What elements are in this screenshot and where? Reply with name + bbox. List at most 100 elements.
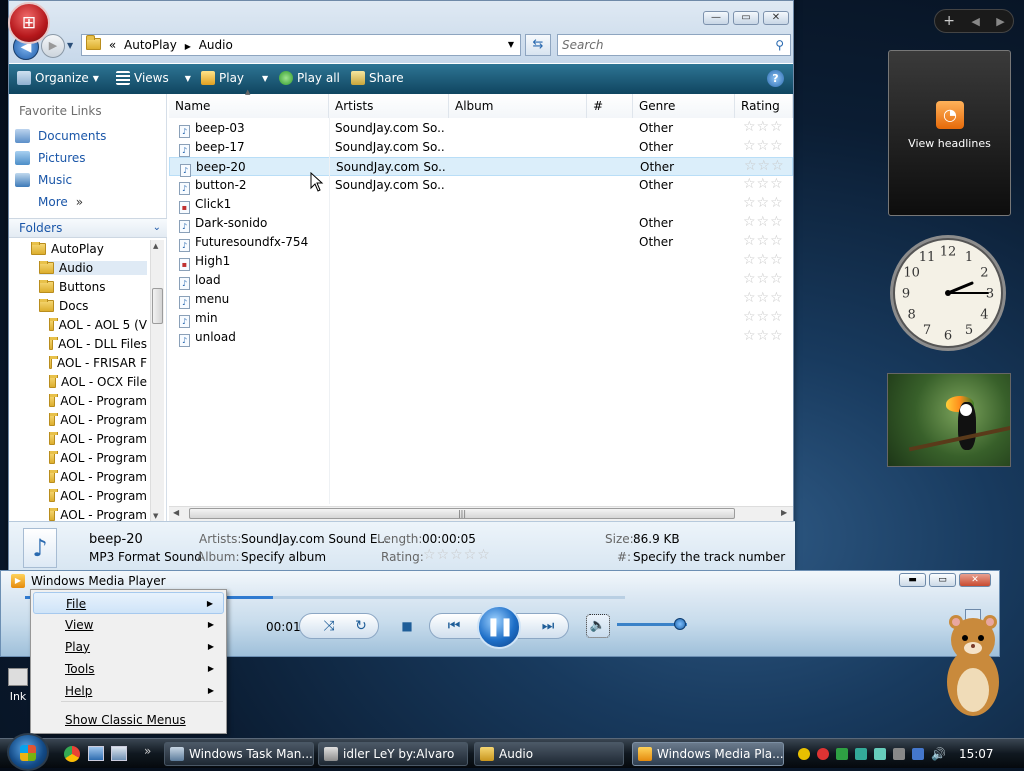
- network-icon[interactable]: [912, 748, 924, 760]
- menu-item[interactable]: File ▶: [33, 592, 224, 614]
- column-header[interactable]: #: [587, 94, 633, 118]
- folder-tree-item[interactable]: AOL - Program: [49, 470, 147, 484]
- rating-stars[interactable]: ☆☆☆: [743, 270, 784, 289]
- scrollbar-thumb[interactable]: |||: [189, 508, 735, 519]
- folder-tree-item[interactable]: AOL - Program: [49, 394, 147, 408]
- previous-track-icon[interactable]: ⏮: [439, 613, 469, 639]
- stop-icon[interactable]: ■: [397, 613, 417, 639]
- folder-tree-item[interactable]: AOL - DLL Files: [49, 337, 147, 351]
- scrollbar-thumb[interactable]: [152, 288, 163, 324]
- repeat-icon[interactable]: ↻: [351, 613, 371, 639]
- search-input[interactable]: Search ⚲: [557, 34, 791, 56]
- user-tray-icon[interactable]: [855, 748, 867, 760]
- menu-item[interactable]: Play ▶: [33, 636, 224, 658]
- details-rating-stars[interactable]: ☆☆☆☆☆: [423, 547, 491, 563]
- start-button[interactable]: [7, 733, 49, 771]
- minimize-button[interactable]: —: [703, 11, 729, 25]
- switch-windows-icon[interactable]: [111, 746, 127, 761]
- column-header[interactable]: Rating: [735, 94, 793, 118]
- rating-stars[interactable]: ☆☆☆: [743, 194, 784, 213]
- favorite-music[interactable]: Music: [15, 173, 72, 187]
- quicklaunch-overflow-icon[interactable]: »: [144, 744, 151, 758]
- maximize-button[interactable]: ▭: [733, 11, 759, 25]
- file-row[interactable]: ♪ min ☆☆☆: [169, 309, 793, 328]
- search-icon[interactable]: ⚲: [775, 35, 784, 55]
- favorite-pictures[interactable]: Pictures: [15, 151, 86, 165]
- breadcrumb-audio[interactable]: Audio: [199, 38, 233, 52]
- show-desktop-icon[interactable]: [88, 746, 104, 761]
- volume-knob[interactable]: [674, 618, 686, 630]
- file-row[interactable]: ♪ load ☆☆☆: [169, 271, 793, 290]
- rating-stars[interactable]: ☆☆☆: [744, 157, 785, 176]
- radiation-tray-icon[interactable]: [798, 748, 810, 760]
- folder-tree-item[interactable]: AOL - Program: [49, 451, 147, 465]
- menu-item[interactable]: View ▶: [33, 614, 224, 636]
- folders-header[interactable]: Folders ⌄: [9, 218, 167, 238]
- folder-tree-item[interactable]: AOL - Program: [49, 489, 147, 503]
- next-icon[interactable]: ▶: [996, 15, 1004, 28]
- folder-tree-item[interactable]: Audio: [39, 261, 147, 275]
- hamster-desktop-pet[interactable]: [938, 612, 1008, 720]
- file-row[interactable]: ♪ button-2 SoundJay.com So... Other ☆☆☆: [169, 176, 793, 195]
- folder-tree-item[interactable]: AOL - FRISAR F: [49, 356, 147, 370]
- folder-tree-scrollbar[interactable]: ▲ ▼: [150, 240, 164, 522]
- recent-pages-icon[interactable]: ▼: [67, 41, 73, 50]
- folder-tree-item[interactable]: Buttons: [39, 280, 147, 294]
- rating-stars[interactable]: ☆☆☆: [743, 251, 784, 270]
- favorite-more[interactable]: More »: [38, 195, 83, 209]
- breadcrumb-autoplay[interactable]: AutoPlay: [124, 38, 177, 52]
- favorite-documents[interactable]: Documents: [15, 129, 106, 143]
- previous-icon[interactable]: ◀: [971, 15, 979, 28]
- green-tray-icon[interactable]: [836, 748, 848, 760]
- scroll-right-icon[interactable]: ▶: [781, 508, 787, 517]
- chevron-down-icon[interactable]: ⌄: [153, 219, 161, 237]
- menu-item[interactable]: Tools ▶: [33, 658, 224, 680]
- rating-stars[interactable]: ☆☆☆: [743, 232, 784, 251]
- file-row[interactable]: ♪ beep-03 SoundJay.com So... Other ☆☆☆: [169, 119, 793, 138]
- rating-stars[interactable]: ☆☆☆: [743, 327, 784, 346]
- chevron-down-icon[interactable]: ▼: [508, 35, 514, 55]
- chevron-right-icon[interactable]: ▶: [185, 42, 191, 51]
- folder-tree-item[interactable]: AOL - Program: [49, 413, 147, 427]
- file-row[interactable]: ▪ High1 ☆☆☆: [169, 252, 793, 271]
- network-status-icon[interactable]: [874, 748, 886, 760]
- address-bar[interactable]: « AutoPlay ▶ Audio ▼: [81, 34, 521, 56]
- folder-tree-item[interactable]: AutoPlay: [31, 242, 147, 256]
- file-row[interactable]: ▪ Click1 ☆☆☆: [169, 195, 793, 214]
- file-row[interactable]: ♪ beep-20 SoundJay.com So... Other ☆☆☆: [169, 157, 793, 177]
- column-header[interactable]: Genre: [633, 94, 735, 118]
- close-button[interactable]: ✕: [763, 11, 789, 25]
- menu-item[interactable]: Show Classic Menus: [33, 709, 224, 731]
- refresh-icon[interactable]: ⇆: [525, 34, 551, 56]
- taskbar-button[interactable]: Windows Task Man...: [164, 742, 314, 766]
- horizontal-scrollbar[interactable]: ||| ◀ ▶: [169, 506, 793, 521]
- taskbar-button[interactable]: Audio: [474, 742, 624, 766]
- forward-button[interactable]: ▶: [41, 34, 65, 58]
- scroll-down-icon[interactable]: ▼: [153, 512, 158, 520]
- tray-icon[interactable]: [893, 748, 905, 760]
- file-row[interactable]: ♪ menu ☆☆☆: [169, 290, 793, 309]
- help-icon[interactable]: ?: [767, 70, 784, 87]
- views-button[interactable]: Views ▼: [116, 71, 191, 85]
- organize-button[interactable]: Organize ▼: [17, 71, 99, 85]
- details-artists[interactable]: SoundJay.com Sound E...: [241, 532, 389, 546]
- rating-stars[interactable]: ☆☆☆: [743, 137, 784, 156]
- column-header[interactable]: Album: [449, 94, 587, 118]
- rating-stars[interactable]: ☆☆☆: [743, 308, 784, 327]
- folder-tree-item[interactable]: AOL - Program: [49, 432, 147, 446]
- mute-icon[interactable]: 🔈: [586, 614, 610, 638]
- file-row[interactable]: ♪ unload ☆☆☆: [169, 328, 793, 347]
- slideshow-gadget[interactable]: [887, 373, 1011, 467]
- folder-tree-item[interactable]: AOL - OCX File: [49, 375, 147, 389]
- clock-gadget[interactable]: 1234567891011 12: [888, 232, 1008, 354]
- next-track-icon[interactable]: ⏭: [533, 613, 563, 639]
- column-header[interactable]: Artists: [329, 94, 449, 118]
- close-button[interactable]: ✕: [959, 573, 991, 587]
- file-row[interactable]: ♪ Futuresoundfx-754 Other ☆☆☆: [169, 233, 793, 252]
- share-button[interactable]: Share: [351, 71, 404, 85]
- browser-quicklaunch-icon[interactable]: [64, 746, 80, 762]
- rating-stars[interactable]: ☆☆☆: [743, 118, 784, 137]
- feed-headlines-gadget[interactable]: ◔ View headlines: [888, 50, 1011, 216]
- taskbar-clock[interactable]: 15:07: [959, 747, 994, 761]
- play-button[interactable]: Play ▼: [201, 71, 268, 85]
